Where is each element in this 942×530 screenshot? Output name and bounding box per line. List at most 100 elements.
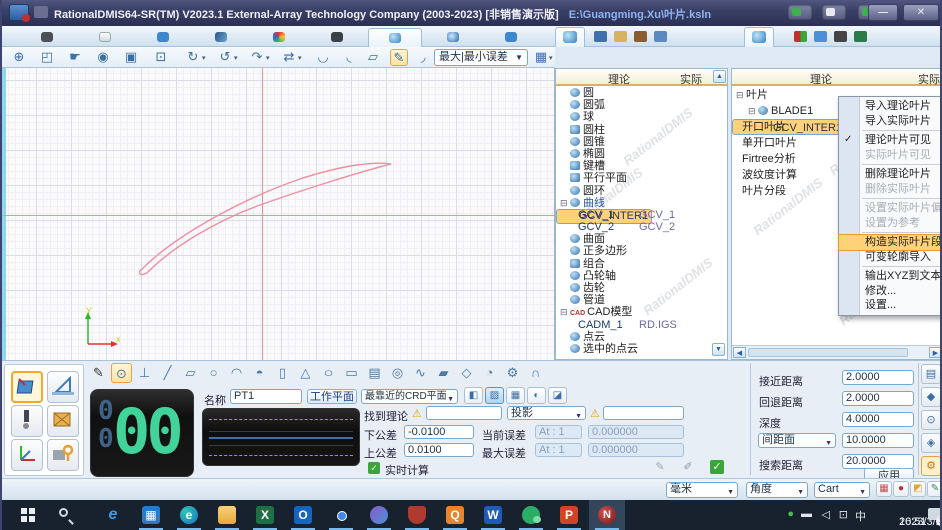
graphics-canvas[interactable]: Y x (2, 68, 555, 360)
grid-display-icon[interactable]: ▦ (532, 49, 550, 66)
tree-item-ellipse[interactable]: 椭圆 (556, 148, 727, 160)
plane-icon[interactable]: ▱ (180, 363, 201, 383)
axes-panel-icon[interactable] (794, 31, 807, 42)
graph-mode-tab[interactable]: ▨ (485, 387, 504, 404)
tree-item-cadm-1[interactable]: CADM_1RD.IGS (556, 319, 727, 331)
realtime-checkbox[interactable]: ✓ (368, 462, 380, 474)
tab-probe[interactable] (194, 28, 248, 47)
view-orient-icon[interactable]: ⇄ (280, 49, 298, 66)
tab-circle[interactable] (426, 28, 480, 47)
tree-item-gcv-2[interactable]: GCV_2GCV_2 (556, 221, 727, 233)
tab-curve-active[interactable] (368, 28, 422, 47)
rotate-z-caret[interactable]: ▾ (266, 54, 270, 62)
slot-icon[interactable]: ▭ (341, 363, 362, 383)
taskbar-rationaldmis-active[interactable]: N (589, 500, 625, 530)
capture-icon[interactable]: ▣ (122, 49, 140, 66)
set-square-button[interactable] (47, 371, 79, 403)
line-icon[interactable]: ╱ (157, 363, 178, 383)
pipe-icon[interactable]: ∩ (525, 363, 546, 383)
taskbar-outlook[interactable]: O (285, 500, 321, 530)
find-theory-input[interactable] (426, 406, 502, 420)
close-button[interactable]: ✕ (903, 4, 939, 21)
tree-item-gcv-1[interactable]: GCV_1GCV_1 (556, 209, 727, 221)
menu-item-construct-actual-blade-segment[interactable]: 构造实际叶片段 (839, 235, 942, 250)
taskbar-wechat[interactable] (513, 500, 549, 530)
name-input[interactable]: PT1 (230, 389, 302, 404)
approach-distance-input[interactable]: 2.0000 (842, 370, 914, 385)
cube-mode-tab[interactable]: ◪ (548, 387, 567, 404)
tree-item-combination[interactable]: 组合 (556, 258, 727, 270)
window-menu-icon[interactable] (34, 6, 48, 18)
tree-item-sphere[interactable]: 球 (556, 111, 727, 123)
tree-item-torus[interactable]: 圆环 (556, 185, 727, 197)
probe-button[interactable] (11, 405, 43, 437)
taskbar-internet-explorer[interactable]: e (95, 500, 131, 530)
table-mode-tab[interactable]: ▦ (506, 387, 525, 404)
menu-item-modify[interactable]: 修改... (839, 284, 942, 299)
axes-button[interactable] (11, 439, 43, 471)
magnifier-icon[interactable]: ⊙ (921, 410, 941, 430)
tab-window[interactable] (136, 28, 190, 47)
expand-toggle-icon[interactable]: ⊟ (748, 103, 757, 119)
tree-item-pipe[interactable]: 管道 (556, 294, 727, 306)
crate-button[interactable] (47, 405, 79, 437)
curve-icon[interactable]: ∿ (410, 363, 431, 383)
speaker-icon[interactable]: ◁ (822, 508, 830, 521)
screen-icon[interactable]: ⊡ (152, 49, 170, 66)
probe-cube-button[interactable] (11, 371, 43, 403)
projection-dropdown[interactable]: 投影▼ (507, 406, 586, 420)
scroll-right-icon[interactable]: ▶ (929, 347, 942, 358)
tray-status-icon[interactable]: ● (787, 508, 794, 520)
cube-tool-icon[interactable]: ◈ (921, 433, 941, 453)
angle-dropdown[interactable]: 角度▼ (746, 482, 808, 498)
edit-disabled-icon[interactable]: ✎ (652, 460, 668, 474)
point-icon[interactable]: ⊙ (111, 363, 132, 383)
tree-item-selected-point-cloud[interactable]: 选中的点云 (556, 343, 727, 355)
cone-icon[interactable]: △ (295, 363, 316, 383)
grid-panel-icon[interactable] (654, 31, 667, 42)
hand-icon[interactable]: ☛ (66, 49, 84, 66)
units-dropdown[interactable]: 毫米▼ (666, 482, 738, 498)
menu-item-set-as-reference[interactable]: 设置为参考 (839, 216, 942, 231)
network-display-icon[interactable]: ⊡ (839, 508, 848, 521)
probe-tool-icon[interactable]: ◆ (921, 387, 941, 407)
tolerance-panel-icon[interactable] (614, 31, 627, 42)
eye-icon[interactable]: ◉ (94, 49, 112, 66)
notification-icon[interactable]: 1 (928, 508, 942, 520)
expand-toggle-icon[interactable]: ⊟ (736, 87, 745, 103)
taskbar-word[interactable]: W (475, 500, 511, 530)
projection-value-input[interactable] (603, 406, 684, 420)
menu-item-export-xyz-to-text[interactable]: 输出XYZ到文本文件▶ (839, 269, 942, 284)
tree-item-camshaft[interactable]: 凸轮轴 (556, 270, 727, 282)
spacing-mode-dropdown[interactable]: 间距面▼ (758, 433, 836, 448)
brush-icon[interactable]: ◞ (414, 49, 432, 66)
printer-icon[interactable]: ▤ (921, 364, 941, 384)
cam-icon[interactable]: ◔ (479, 363, 500, 383)
surface-icon[interactable]: ▰ (433, 363, 454, 383)
menu-item-set-actual-blade-offset[interactable]: 设置实际叶片偏移 (839, 201, 942, 216)
flat-section-icon[interactable]: ▱ (364, 49, 382, 66)
taskbar-excel[interactable]: X (247, 500, 283, 530)
depth-input[interactable]: 4.0000 (842, 412, 914, 427)
snap-icon[interactable]: ▦ (876, 481, 892, 497)
tree-item-point-cloud[interactable]: 点云 (556, 331, 727, 343)
retract-distance-input[interactable]: 2.0000 (842, 391, 914, 406)
lower-tolerance-input[interactable]: -0.0100 (404, 425, 474, 439)
rotate-y-icon[interactable]: ↺ (216, 49, 234, 66)
camera-panel-icon[interactable] (834, 31, 847, 42)
error-mode-dropdown[interactable]: 最大|最小误差▼ (434, 49, 528, 66)
tab-color[interactable] (252, 28, 306, 47)
tree-item-curve-group[interactable]: ⊟曲线 (556, 197, 727, 209)
polygon-icon[interactable]: ◇ (456, 363, 477, 383)
tree-item-gear[interactable]: 齿轮 (556, 282, 727, 294)
menu-item-actual-blade-visible[interactable]: 实际叶片可见 (839, 148, 942, 163)
taskbar-chrome[interactable] (323, 500, 359, 530)
arc-mode-tab[interactable]: ◐ (527, 387, 546, 404)
machine-settings-button[interactable] (47, 439, 79, 471)
menu-item-theory-blade-visible[interactable]: ✓理论叶片可见 (839, 133, 942, 148)
tree-item-cylinder[interactable]: 圆柱 (556, 124, 727, 136)
parallel-planes-icon[interactable]: ▤ (364, 363, 385, 383)
tree-item-arc[interactable]: 圆弧 (556, 99, 727, 111)
rotate-z-icon[interactable]: ↷ (248, 49, 266, 66)
search-distance-input[interactable]: 20.0000 (842, 454, 914, 469)
